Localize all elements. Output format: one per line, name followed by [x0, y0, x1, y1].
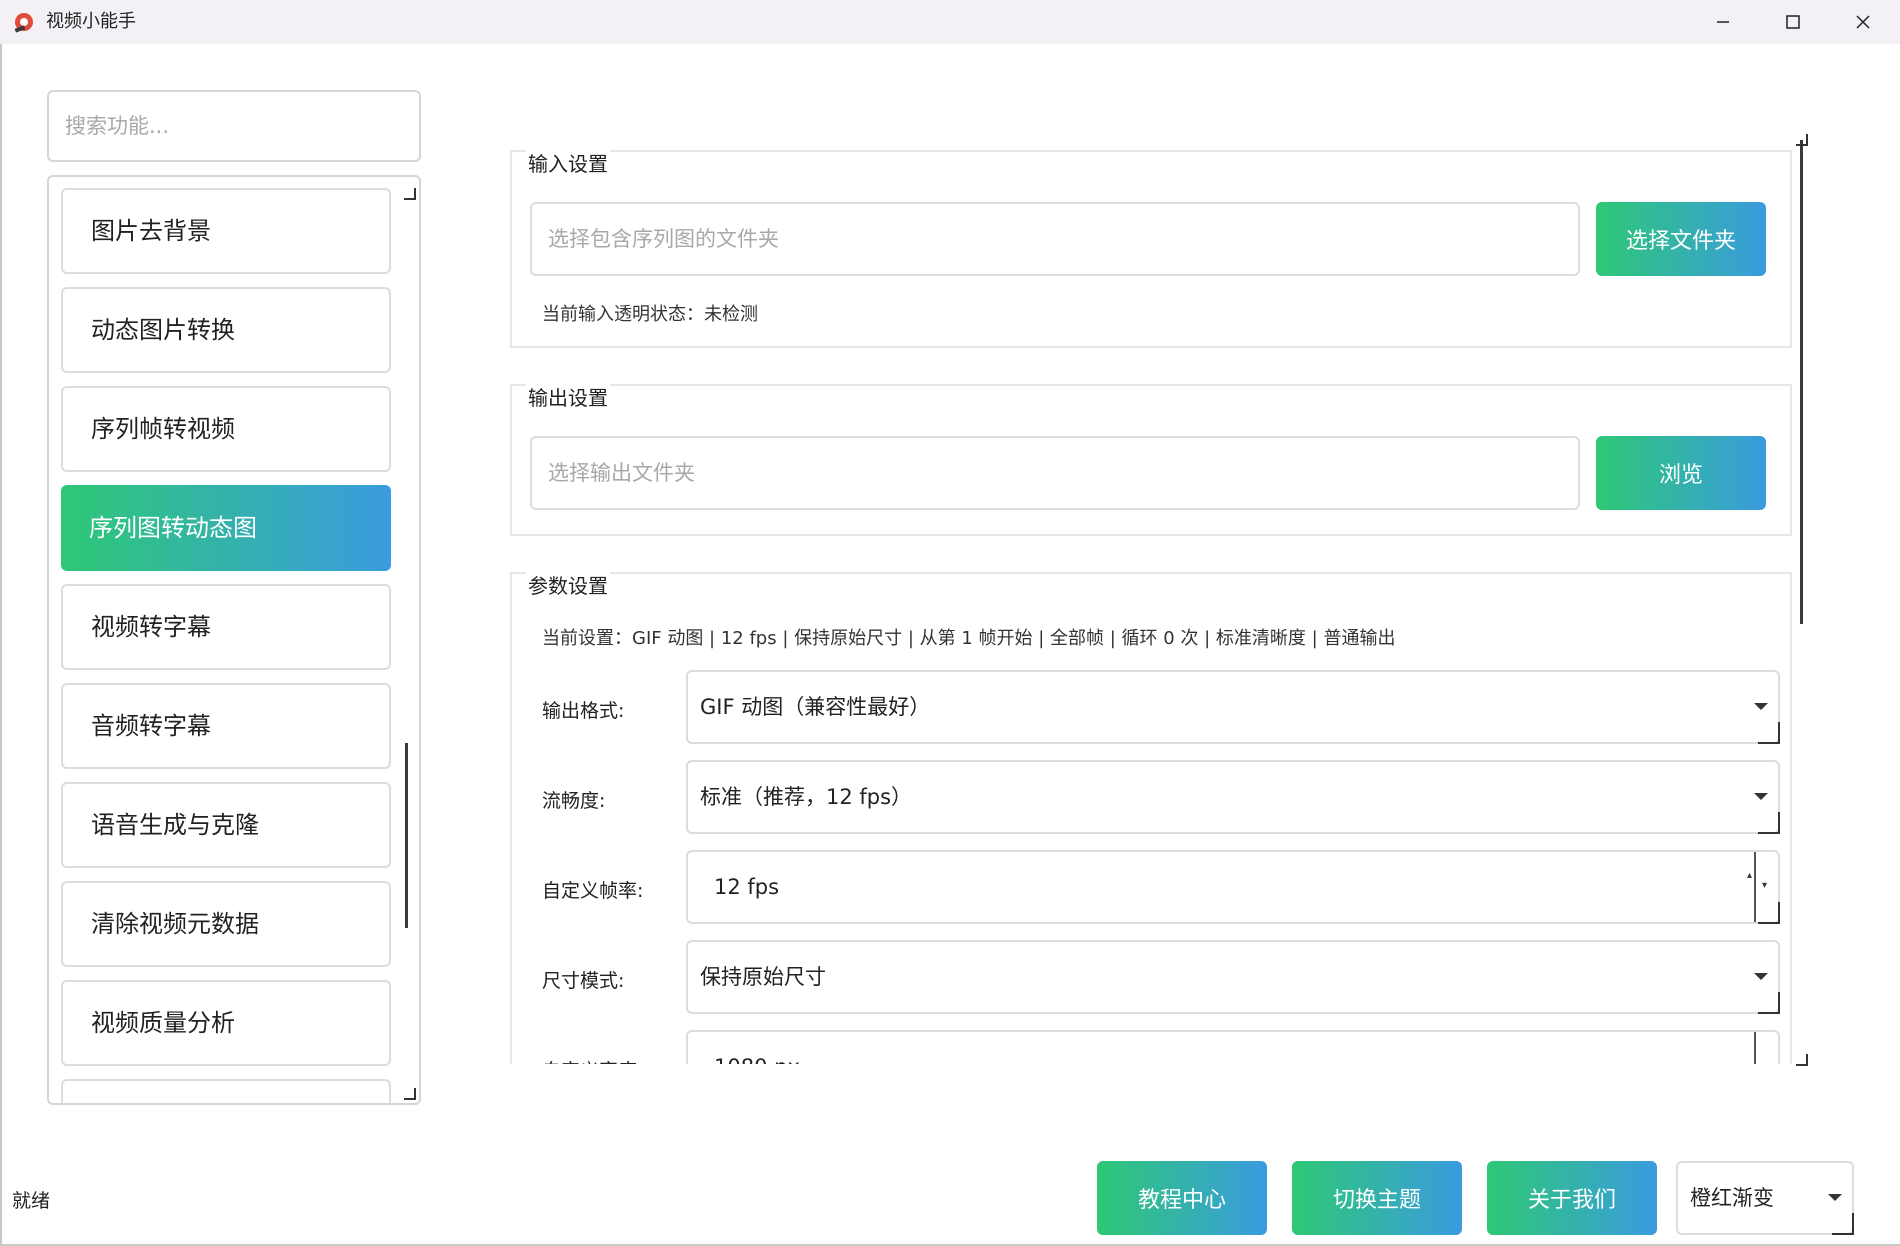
sidebar-item-label: 清除视频元数据 — [91, 910, 259, 938]
spin-down-icon: ▾ — [1762, 880, 1768, 891]
sidebar-scrollbar[interactable] — [405, 743, 408, 928]
tutorial-center-button[interactable]: 教程中心 — [1097, 1161, 1267, 1235]
sidebar-item-quality-analysis[interactable]: 视频质量分析 — [61, 980, 391, 1066]
custom-width-value: 1080 px — [714, 1032, 800, 1064]
sidebar-item-label: 语音生成与克隆 — [91, 811, 259, 839]
minimize-button[interactable] — [1688, 0, 1758, 44]
spin-up-icon[interactable]: ▴ — [1747, 870, 1752, 881]
combo-corner-mark — [1832, 1213, 1854, 1235]
sidebar-item-label: 音频转字幕 — [91, 712, 211, 740]
sidebar-item-frames-to-video[interactable]: 序列帧转视频 — [61, 386, 391, 472]
transparency-status: 当前输入透明状态：未检测 — [542, 304, 758, 325]
size-mode-value: 保持原始尺寸 — [700, 965, 826, 989]
sidebar-nav: 图片去背景 动态图片转换 序列帧转视频 序列图转动态图 视频转字幕 音频转字幕 … — [47, 175, 421, 1105]
sidebar-item-animated-image-convert[interactable]: 动态图片转换 — [61, 287, 391, 373]
content-corner-mark — [1796, 134, 1808, 146]
content-corner-mark — [1796, 1054, 1808, 1066]
combo-corner-mark — [1758, 992, 1780, 1014]
sidebar-item-audio-to-subtitle[interactable]: 音频转字幕 — [61, 683, 391, 769]
search-input[interactable] — [47, 90, 421, 162]
sidebar-item-voice-clone[interactable]: 语音生成与克隆 — [61, 782, 391, 868]
choose-folder-button[interactable]: 选择文件夹 — [1596, 202, 1766, 276]
title-bar: 视频小能手 — [0, 0, 1900, 44]
settings-summary: 当前设置：GIF 动图 | 12 fps | 保持原始尺寸 | 从第 1 帧开始… — [542, 628, 1396, 649]
size-mode-select[interactable]: 保持原始尺寸 — [686, 940, 1780, 1014]
browse-button[interactable]: 浏览 — [1596, 436, 1766, 510]
output-format-label: 输出格式: — [542, 700, 625, 722]
sidebar-item-label: 图片去背景 — [91, 217, 211, 245]
output-folder-field[interactable] — [530, 436, 1580, 510]
theme-value: 橙红渐变 — [1690, 1186, 1774, 1210]
spin-control[interactable] — [1754, 1032, 1778, 1064]
sidebar-item-label: 视频质量分析 — [91, 1009, 235, 1037]
custom-fps-value: 12 fps — [714, 875, 780, 899]
status-text: 就绪 — [12, 1190, 51, 1212]
sidebar-item-label: 动态图片转换 — [91, 316, 235, 344]
output-format-select[interactable]: GIF 动图（兼容性最好） — [686, 670, 1780, 744]
switch-theme-button[interactable]: 切换主题 — [1292, 1161, 1462, 1235]
group-title: 参数设置 — [526, 572, 610, 599]
params-settings-viewport: 参数设置 当前设置：GIF 动图 | 12 fps | 保持原始尺寸 | 从第 … — [510, 572, 1792, 1064]
close-button[interactable] — [1828, 0, 1898, 44]
smoothness-select[interactable]: 标准（推荐，12 fps） — [686, 760, 1780, 834]
app-logo-icon — [14, 13, 33, 33]
about-us-button[interactable]: 关于我们 — [1487, 1161, 1657, 1235]
sidebar-item-remove-background[interactable]: 图片去背景 — [61, 188, 391, 274]
input-settings-group: 输入设置 选择文件夹 当前输入透明状态：未检测 — [510, 148, 1792, 348]
combo-corner-mark — [1758, 902, 1780, 924]
sidebar-item-label: 序列图转动态图 — [89, 514, 257, 542]
minimize-icon — [1717, 21, 1729, 23]
size-mode-label: 尺寸模式: — [542, 970, 625, 992]
smoothness-label: 流畅度: — [542, 790, 606, 812]
maximize-button[interactable] — [1758, 0, 1828, 44]
chevron-down-icon — [1828, 1194, 1842, 1201]
sidebar-corner-mark — [404, 188, 416, 200]
sidebar-item-sequence-to-gif[interactable]: 序列图转动态图 — [61, 485, 391, 571]
sidebar-item-label: 序列帧转视频 — [91, 415, 235, 443]
sidebar-item-clear-metadata[interactable]: 清除视频元数据 — [61, 881, 391, 967]
group-title: 输入设置 — [526, 148, 610, 177]
main-scrollbar[interactable] — [1800, 140, 1803, 624]
combo-corner-mark — [1758, 722, 1780, 744]
custom-fps-spinbox[interactable]: 12 fps ▴ ▾ — [686, 850, 1780, 924]
chevron-down-icon — [1754, 973, 1768, 980]
group-title: 输出设置 — [526, 382, 610, 411]
input-folder-field[interactable] — [530, 202, 1580, 276]
close-icon — [1856, 15, 1870, 29]
sidebar-item-video-to-subtitle[interactable]: 视频转字幕 — [61, 584, 391, 670]
sidebar-item-partial[interactable] — [61, 1079, 391, 1103]
sidebar-corner-mark — [404, 1088, 416, 1100]
output-format-value: GIF 动图（兼容性最好） — [700, 695, 931, 719]
custom-width-spinbox[interactable]: 1080 px — [686, 1030, 1780, 1064]
chevron-down-icon — [1754, 703, 1768, 710]
params-settings-group: 参数设置 当前设置：GIF 动图 | 12 fps | 保持原始尺寸 | 从第 … — [510, 572, 1792, 1064]
theme-select[interactable]: 橙红渐变 — [1676, 1161, 1854, 1235]
combo-corner-mark — [1758, 812, 1780, 834]
custom-width-label: 自定义宽度: — [542, 1056, 643, 1064]
chevron-down-icon — [1754, 793, 1768, 800]
output-settings-group: 输出设置 浏览 — [510, 382, 1792, 536]
window-edge-left — [0, 44, 2, 1246]
sidebar-item-label: 视频转字幕 — [91, 613, 211, 641]
custom-fps-label: 自定义帧率: — [542, 880, 644, 902]
window-title: 视频小能手 — [46, 11, 136, 32]
maximize-icon — [1786, 15, 1800, 29]
smoothness-value: 标准（推荐，12 fps） — [700, 785, 913, 809]
